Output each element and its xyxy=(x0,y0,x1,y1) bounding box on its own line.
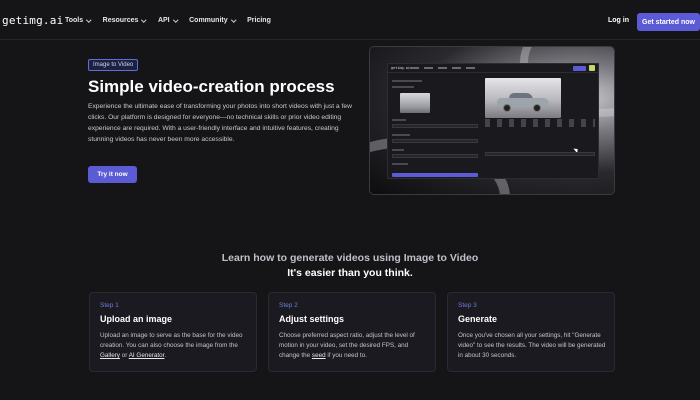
video-preview xyxy=(483,78,595,118)
step-card-2: Step 2 Adjust settings Choose preferred … xyxy=(268,292,436,372)
step-card-3: Step 3 Generate Once you've chosen all y… xyxy=(447,292,615,372)
ai-generator-link[interactable]: AI Generator xyxy=(129,352,165,359)
section-subtitle: It's easier than you think. xyxy=(287,267,413,279)
step-title: Upload an image xyxy=(100,314,173,324)
settings-panel xyxy=(392,78,478,178)
app-action-button xyxy=(573,66,586,71)
menu-community[interactable]: Community xyxy=(189,17,236,24)
chevron-down-icon xyxy=(172,17,178,22)
menu-api[interactable]: API xyxy=(157,17,178,24)
logo[interactable]: getimg.ai xyxy=(2,14,63,27)
avatar xyxy=(589,65,595,71)
car-image xyxy=(485,78,561,118)
step-label: Step 3 xyxy=(458,302,477,309)
video-stats-placeholder xyxy=(485,119,595,127)
section-title: Learn how to generate videos using Image… xyxy=(221,252,479,264)
hero-description: Experience the ultimate ease of transfor… xyxy=(88,103,352,143)
menu-community-label: Community xyxy=(189,17,228,24)
step-description: Upload an image to serve as the base for… xyxy=(100,332,243,359)
chevron-down-icon xyxy=(141,17,147,22)
step-title: Generate xyxy=(458,314,498,324)
hero-title: Simple video-creation process xyxy=(88,77,335,96)
chevron-down-icon xyxy=(230,17,236,22)
step-label: Step 1 xyxy=(100,302,119,309)
menu-pricing-label: Pricing xyxy=(247,17,271,24)
top-nav: getimg.ai Tools Resources API Community … xyxy=(0,0,700,40)
app-toolbar: getimg.ai xyxy=(388,64,598,73)
car-icon xyxy=(497,92,549,112)
gallery-link[interactable]: Gallery xyxy=(100,352,120,359)
app-window-preview: getimg.ai xyxy=(387,63,599,179)
uploaded-image-thumbnail xyxy=(400,93,430,113)
app-menu-placeholder xyxy=(410,67,480,69)
menu-tools-label: Tools xyxy=(65,17,84,24)
step-description: Once you've chosen all your settings, hi… xyxy=(458,332,606,359)
try-it-now-button[interactable]: Try it now xyxy=(88,166,137,183)
menu-pricing[interactable]: Pricing xyxy=(247,17,271,24)
generate-video-button-preview xyxy=(392,173,478,177)
preview-field xyxy=(485,152,595,156)
seed-link[interactable]: seed xyxy=(312,352,326,359)
step-description: Choose preferred aspect ratio, adjust th… xyxy=(279,332,415,359)
chevron-down-icon xyxy=(86,17,92,22)
product-screenshot: getimg.ai xyxy=(369,46,615,195)
step-title: Adjust settings xyxy=(279,314,345,324)
app-logo: getimg.ai xyxy=(391,66,410,70)
step-label: Step 2 xyxy=(279,302,298,309)
menu-tools[interactable]: Tools xyxy=(65,17,92,24)
menu-api-label: API xyxy=(157,17,170,24)
menu-resources-label: Resources xyxy=(102,17,139,24)
main-menu: Tools Resources API Community Pricing xyxy=(65,17,283,24)
hero-badge: Image to Video xyxy=(88,59,139,71)
get-started-button[interactable]: Get started now xyxy=(637,13,700,31)
login-link[interactable]: Log in xyxy=(608,17,629,24)
step-card-1: Step 1 Upload an image Upload an image t… xyxy=(89,292,257,372)
menu-resources[interactable]: Resources xyxy=(102,17,147,24)
